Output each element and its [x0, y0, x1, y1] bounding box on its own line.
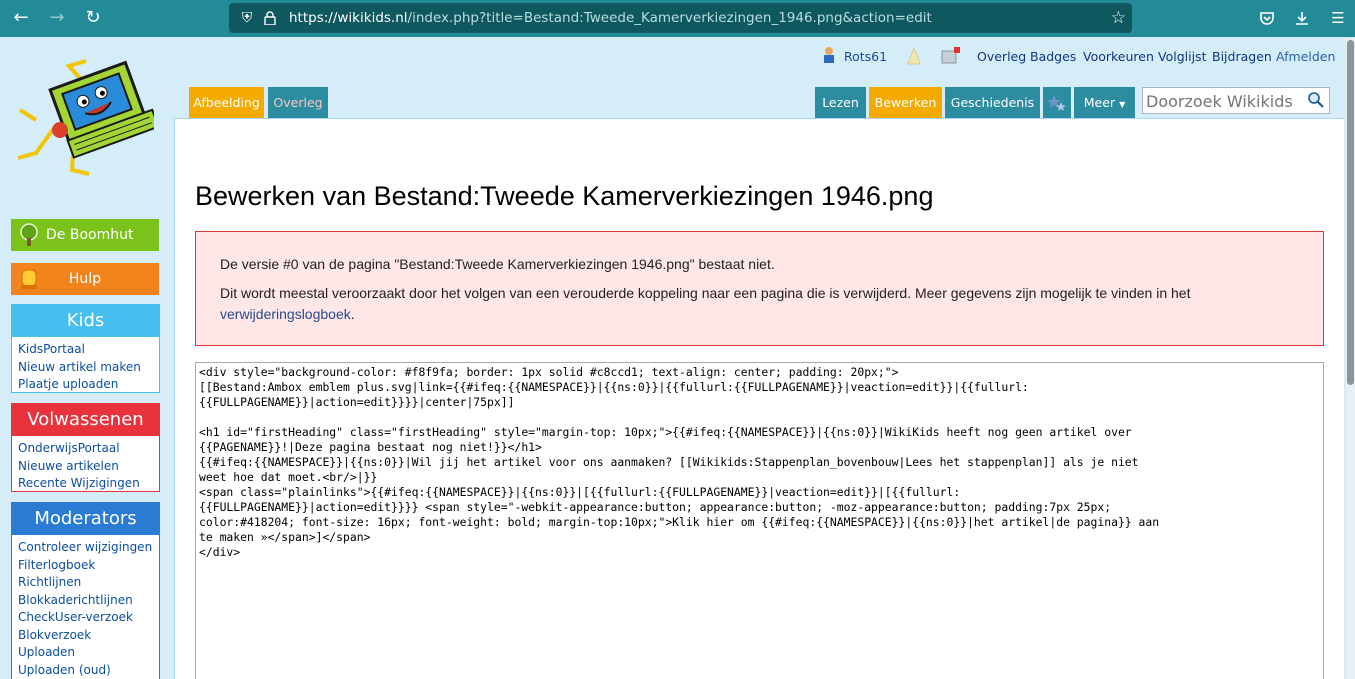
tab-lezen[interactable]: Lezen	[815, 87, 866, 118]
username-link[interactable]: Rots61	[844, 49, 887, 64]
scrollbar-thumb[interactable]	[1347, 40, 1354, 385]
volwassenen-title: Volwassenen	[12, 404, 159, 436]
error-message-line1: De versie #0 van de pagina "Bestand:Twee…	[220, 256, 775, 272]
lifebuoy-icon	[17, 267, 41, 291]
download-icon[interactable]	[1290, 6, 1314, 30]
tab-meer[interactable]: Meer ▼	[1074, 87, 1135, 118]
deletion-log-link[interactable]: verwijderingslogboek.	[220, 306, 355, 322]
watch-star-icon	[1046, 95, 1068, 118]
sidebar-link-richtlijnen[interactable]: Richtlijnen	[18, 574, 153, 592]
lock-icon[interactable]	[261, 3, 279, 37]
url-path: /index.php?title=Bestand:Tweede_Kamerver…	[407, 10, 932, 26]
sidebar-link-nieuwe-artikelen[interactable]: Nieuwe artikelen	[18, 458, 153, 476]
content-area: Bewerken van Bestand:Tweede Kamerverkiez…	[174, 118, 1344, 679]
tree-icon	[17, 223, 41, 247]
boomhut-button[interactable]: De Boomhut	[11, 219, 159, 251]
sidebar-link-uploaden-oud[interactable]: Uploaden (oud)	[18, 662, 153, 679]
search-box[interactable]	[1142, 87, 1330, 114]
sidebar-link-kidsportaal[interactable]: KidsPortaal	[18, 341, 153, 359]
tab-geschiedenis[interactable]: Geschiedenis	[945, 87, 1040, 118]
notification-icon[interactable]	[905, 46, 923, 70]
wikitext-editor[interactable]: <div style="background-color: #f8f9fa; b…	[195, 362, 1324, 679]
kids-title: Kids	[12, 305, 159, 337]
kids-box: Kids KidsPortaal Nieuw artikel maken Pla…	[11, 304, 160, 393]
forward-icon[interactable]: →	[44, 6, 70, 30]
page-title: Bewerken van Bestand:Tweede Kamerverkiez…	[195, 181, 934, 211]
personal-link-overleg[interactable]: Overleg	[977, 49, 1026, 64]
pocket-icon[interactable]	[1255, 6, 1279, 30]
sidebar-link-filterlogboek[interactable]: Filterlogboek	[18, 557, 153, 575]
tab-afbeelding[interactable]: Afbeelding	[189, 87, 264, 118]
tab-watch[interactable]	[1043, 87, 1071, 118]
editor-content[interactable]: <div style="background-color: #f8f9fa; b…	[199, 365, 1159, 560]
volwassenen-box: Volwassenen OnderwijsPortaal Nieuwe arti…	[11, 403, 160, 492]
moderators-box: Moderators Controleer wijzigingen Filter…	[11, 502, 160, 679]
personal-link-badges[interactable]: Badges	[1030, 49, 1076, 64]
caret-down-icon: ▼	[1119, 100, 1126, 109]
shield-icon[interactable]: ⛨	[237, 3, 257, 33]
page-scrollbar[interactable]	[1346, 38, 1355, 679]
url-bar[interactable]: ⛨ https://wikikids.nl/index.php?title=Be…	[229, 3, 1132, 33]
sidebar-link-onderwijsportaal[interactable]: OnderwijsPortaal	[18, 440, 153, 458]
sidebar-link-plaatje-uploaden[interactable]: Plaatje uploaden	[18, 376, 153, 394]
deletion-log-link-text[interactable]: verwijderingslogboek	[220, 306, 351, 322]
sidebar-link-controleer[interactable]: Controleer wijzigingen	[18, 539, 153, 557]
reload-icon[interactable]: ↻	[80, 6, 106, 30]
bookmark-star-icon[interactable]: ☆	[1111, 3, 1126, 33]
meer-label: Meer	[1083, 95, 1116, 110]
url-host: https://wikikids.nl	[289, 10, 408, 26]
error-message-line2: Dit wordt meestal veroorzaakt door het v…	[220, 285, 1191, 301]
wikikids-logo[interactable]	[14, 58, 160, 178]
hulp-button[interactable]: Hulp	[11, 263, 159, 295]
sidebar-link-blokkaderichtlijnen[interactable]: Blokkaderichtlijnen	[18, 592, 153, 610]
mailbox-icon[interactable]	[940, 45, 962, 69]
sidebar-link-nieuw-artikel[interactable]: Nieuw artikel maken	[18, 359, 153, 377]
url-text[interactable]: https://wikikids.nl/index.php?title=Best…	[289, 3, 932, 33]
back-icon[interactable]: ←	[8, 6, 34, 30]
error-box: De versie #0 van de pagina "Bestand:Twee…	[195, 231, 1324, 346]
personal-link-volglijst[interactable]: Volglijst	[1158, 49, 1206, 64]
sidebar-link-blokverzoek[interactable]: Blokverzoek	[18, 627, 153, 645]
search-icon[interactable]	[1307, 91, 1325, 109]
menu-icon[interactable]: ☰	[1326, 6, 1350, 30]
tab-bewerken[interactable]: Bewerken	[869, 87, 942, 118]
moderators-title: Moderators	[12, 503, 159, 535]
tab-overleg[interactable]: Overleg	[268, 87, 328, 118]
sidebar-link-recente-wijzigingen[interactable]: Recente Wijzigingen	[18, 475, 153, 493]
personal-link-bijdragen[interactable]: Bijdragen	[1212, 49, 1272, 64]
sidebar-link-checkuser[interactable]: CheckUser-verzoek	[18, 609, 153, 627]
sidebar-link-uploaden[interactable]: Uploaden	[18, 644, 153, 662]
browser-toolbar: ← → ↻ ⛨ https://wikikids.nl/index.php?ti…	[0, 0, 1355, 37]
search-input[interactable]	[1146, 90, 1306, 112]
personal-link-afmelden[interactable]: Afmelden	[1276, 49, 1335, 64]
user-icon	[822, 46, 836, 68]
personal-link-voorkeuren[interactable]: Voorkeuren	[1083, 49, 1154, 64]
